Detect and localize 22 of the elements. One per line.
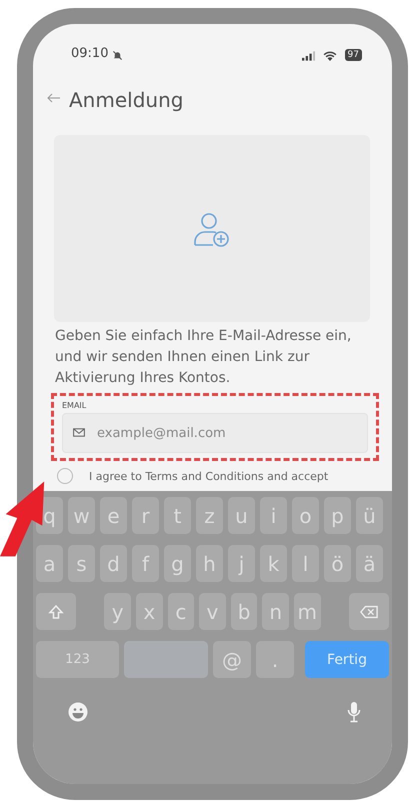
wifi-icon — [322, 51, 337, 61]
backspace-icon — [360, 604, 378, 620]
microphone-icon[interactable] — [347, 701, 361, 723]
terms-checkbox[interactable] — [57, 468, 73, 484]
intro-text: Geben Sie einfach Ihre E-Mail-Adresse ein, und wir senden Ihnen einen Link zur Aktivierung Ihres Kontos. — [55, 327, 352, 388]
email-label: EMAIL — [62, 401, 88, 410]
mail-icon — [73, 428, 85, 437]
back-arrow-icon[interactable] — [47, 93, 61, 103]
shift-icon — [47, 604, 66, 620]
terms-text: I agree to Terms and Conditions and accept — [89, 470, 328, 482]
status-time: 09:10 — [71, 46, 108, 61]
emoji-icon[interactable] — [68, 702, 88, 722]
keyboard-key[interactable]: Fertig — [305, 641, 389, 678]
keyboard-key[interactable]: . — [256, 641, 294, 678]
battery-level: 97 — [344, 49, 362, 61]
backspace-key[interactable] — [348, 593, 389, 630]
page-title: Anmeldung — [69, 88, 184, 112]
bell-muted-icon — [112, 50, 124, 61]
keyboard-key[interactable]: @ — [213, 641, 251, 678]
signal-icon — [302, 51, 315, 61]
email-field[interactable]: example@mail.com — [62, 413, 368, 453]
shift-key[interactable] — [36, 593, 76, 630]
